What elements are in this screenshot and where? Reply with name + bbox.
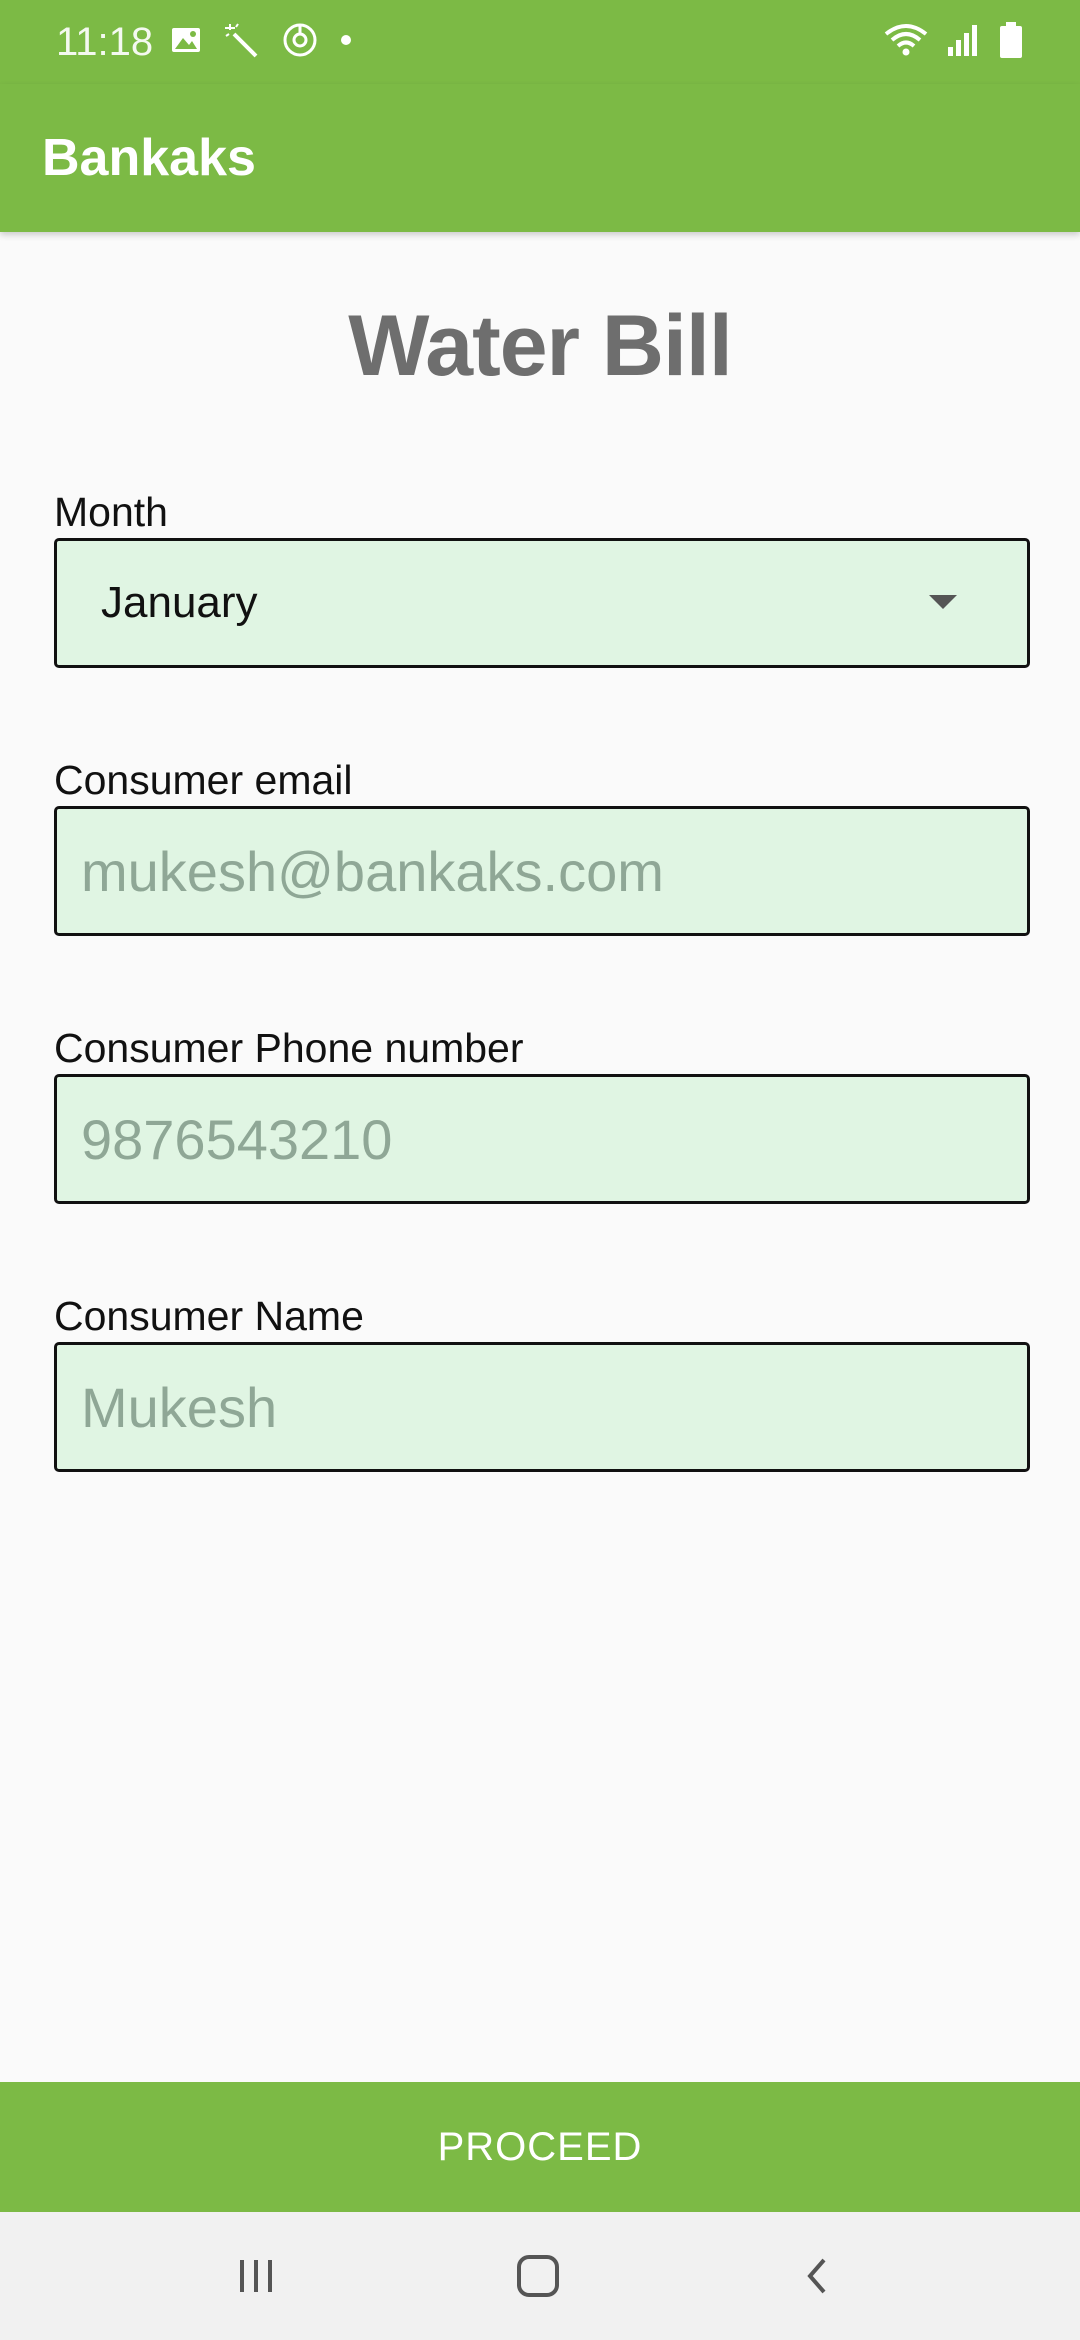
chevron-down-icon [929, 595, 957, 609]
status-icons-left [170, 22, 352, 62]
month-dropdown[interactable]: January [54, 538, 1030, 668]
email-field-container [54, 806, 1030, 936]
recent-apps-icon[interactable] [216, 2236, 296, 2316]
battery-icon [998, 21, 1024, 64]
name-field-container [54, 1342, 1030, 1472]
home-icon[interactable] [498, 2236, 578, 2316]
app-bar: Bankaks [0, 84, 1080, 232]
name-field[interactable] [81, 1345, 1001, 1469]
proceed-button[interactable]: PROCEED [0, 2082, 1080, 2212]
status-time: 11:18 [56, 20, 154, 64]
signal-icon [946, 23, 980, 62]
month-selected-value: January [101, 578, 258, 627]
phone-label: Consumer Phone number [54, 1025, 524, 1071]
month-label: Month [54, 489, 168, 535]
phone-field-container [54, 1074, 1030, 1204]
magic-wand-icon [224, 22, 260, 63]
back-icon[interactable] [778, 2236, 858, 2316]
nav-bar [0, 2212, 1080, 2340]
email-field[interactable] [81, 809, 1001, 933]
image-icon [170, 24, 202, 61]
phone-field[interactable] [81, 1077, 1001, 1201]
sync-icon [282, 22, 318, 63]
status-bar: 11:18 [0, 0, 1080, 84]
wifi-icon [884, 22, 928, 63]
page-title: Water Bill [348, 298, 732, 394]
status-icons-right [884, 21, 1024, 64]
name-label: Consumer Name [54, 1293, 364, 1339]
email-label: Consumer email [54, 757, 353, 803]
dot-icon [340, 33, 352, 51]
app-title: Bankaks [42, 129, 256, 187]
